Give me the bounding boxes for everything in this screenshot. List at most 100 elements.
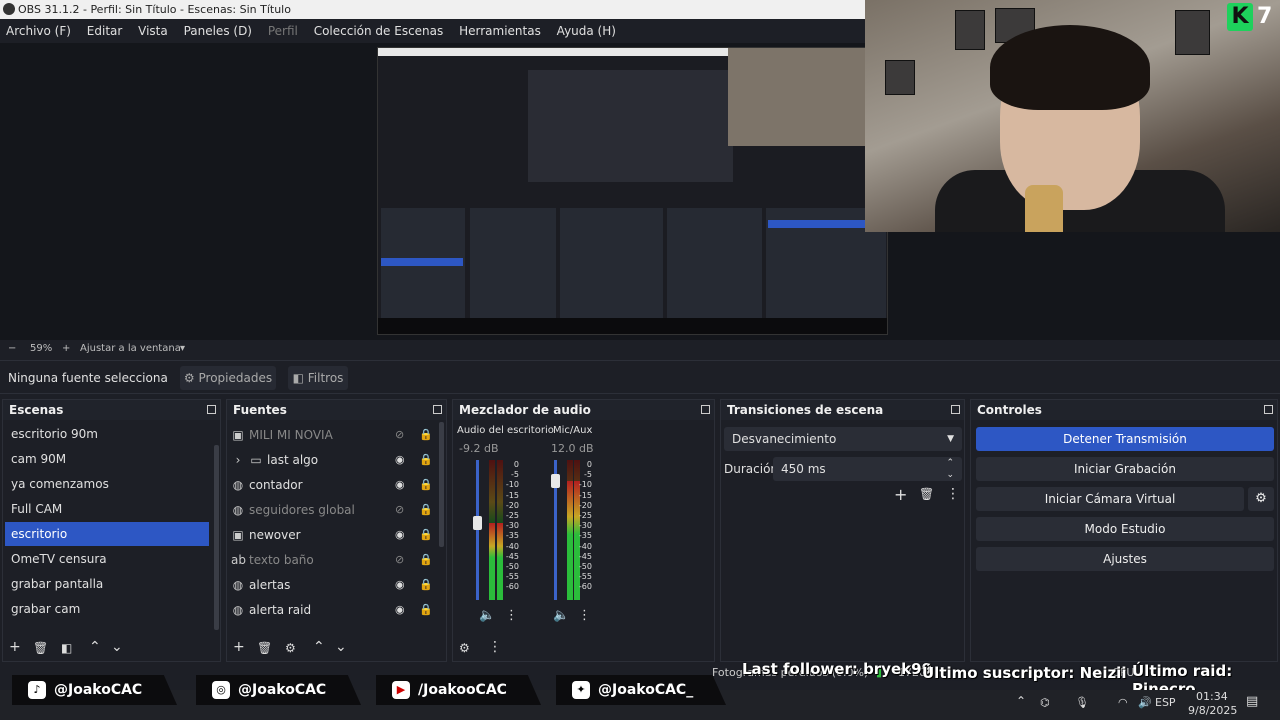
- social-tiktok: ♪ @JoakoCAC: [12, 675, 177, 705]
- filter-icon[interactable]: ◧: [61, 641, 72, 655]
- popout-icon[interactable]: [207, 405, 216, 414]
- eye-hidden-icon[interactable]: ⊘: [395, 423, 404, 447]
- language-indicator[interactable]: ESP: [1155, 696, 1176, 709]
- lock-icon[interactable]: 🔒: [419, 573, 433, 597]
- trash-icon[interactable]: 🗑: [919, 487, 934, 501]
- more-options-icon[interactable]: ⋮: [946, 486, 960, 502]
- menu-editar[interactable]: Editar: [87, 19, 123, 43]
- studio-mode-button[interactable]: Modo Estudio: [976, 517, 1274, 541]
- sources-scrollbar[interactable]: [439, 422, 444, 547]
- eye-icon[interactable]: ◉: [395, 473, 405, 497]
- add-scene-button[interactable]: +: [9, 639, 21, 655]
- eye-hidden-icon[interactable]: ⊘: [395, 498, 404, 522]
- menu-ayuda[interactable]: Ayuda (H): [557, 19, 616, 43]
- more-options-icon[interactable]: ⋮: [488, 639, 502, 655]
- add-transition-button[interactable]: +: [894, 485, 907, 504]
- menu-herramientas[interactable]: Herramientas: [459, 19, 541, 43]
- stop-stream-button[interactable]: Detener Transmisión: [976, 427, 1274, 451]
- scene-item[interactable]: grabar cam: [5, 597, 209, 621]
- network-icon[interactable]: ⌬: [1040, 696, 1050, 709]
- transition-select[interactable]: Desvanecimiento ▼: [724, 427, 962, 451]
- more-options-icon[interactable]: ⋮: [578, 608, 591, 623]
- menu-perfil[interactable]: Perfil: [268, 19, 298, 43]
- fit-window-label[interactable]: Ajustar a la ventana: [80, 340, 181, 357]
- popout-icon[interactable]: [1264, 405, 1273, 414]
- lock-icon[interactable]: 🔒: [419, 448, 433, 472]
- scenes-title: Escenas: [3, 400, 220, 420]
- source-item[interactable]: ab texto baño ⊘ 🔒: [231, 548, 433, 572]
- scene-item-selected[interactable]: escritorio: [5, 522, 209, 546]
- lock-icon[interactable]: 🔒: [419, 498, 433, 522]
- scene-item[interactable]: grabar pantalla: [5, 572, 209, 596]
- zoom-in-button[interactable]: +: [62, 340, 70, 357]
- kick-count: 7: [1257, 4, 1273, 29]
- filters-button[interactable]: ◧ Filtros: [288, 366, 348, 390]
- eye-hidden-icon[interactable]: ⊘: [395, 548, 404, 572]
- popout-icon[interactable]: [433, 405, 442, 414]
- eye-icon[interactable]: ◉: [395, 523, 405, 547]
- source-item[interactable]: › ▭ last algo ◉ 🔒: [231, 448, 433, 472]
- lock-icon[interactable]: 🔒: [419, 423, 433, 447]
- move-up-icon[interactable]: ⌃: [89, 639, 101, 655]
- scene-item[interactable]: OmeTV censura: [5, 547, 209, 571]
- clock-date[interactable]: 9/8/2025: [1188, 704, 1237, 717]
- duration-input[interactable]: 450 ms ⌃ ⌄: [773, 457, 962, 481]
- chevron-up-icon[interactable]: ⌃: [1016, 694, 1026, 708]
- scene-item[interactable]: Full CAM: [5, 497, 209, 521]
- lock-icon[interactable]: 🔒: [419, 523, 433, 547]
- settings-button[interactable]: Ajustes: [976, 547, 1274, 571]
- properties-button[interactable]: ⚙ Propiedades: [180, 366, 276, 390]
- move-down-icon[interactable]: ⌄: [111, 639, 123, 655]
- eye-icon[interactable]: ◉: [395, 598, 405, 622]
- add-source-button[interactable]: +: [233, 639, 245, 655]
- menu-coleccion-escenas[interactable]: Colección de Escenas: [314, 19, 444, 43]
- trash-icon[interactable]: 🗑: [257, 641, 272, 655]
- source-item[interactable]: ◍ contador ◉ 🔒: [231, 473, 433, 497]
- db-tick: -10: [505, 480, 519, 490]
- chevron-right-icon[interactable]: ›: [231, 448, 245, 472]
- source-item[interactable]: ◍ alerta raid ◉ 🔒: [231, 598, 433, 622]
- lock-icon[interactable]: 🔒: [419, 548, 433, 572]
- start-recording-button[interactable]: Iniciar Grabación: [976, 457, 1274, 481]
- source-item[interactable]: ▣ newover ◉ 🔒: [231, 523, 432, 547]
- volume-slider[interactable]: [476, 460, 479, 600]
- speaker-icon[interactable]: 🔈: [479, 608, 495, 623]
- gear-icon[interactable]: ⚙: [459, 641, 470, 655]
- menu-paneles[interactable]: Paneles (D): [184, 19, 252, 43]
- volume-knob[interactable]: [473, 516, 482, 530]
- move-down-icon[interactable]: ⌄: [335, 639, 347, 655]
- stepper-down-icon[interactable]: ⌄: [946, 463, 954, 487]
- source-item[interactable]: ▣ MILI MI NOVIA ⊘ 🔒: [231, 423, 432, 447]
- gear-icon[interactable]: ⚙: [285, 641, 296, 655]
- lock-icon[interactable]: 🔒: [419, 473, 433, 497]
- more-options-icon[interactable]: ⋮: [505, 608, 518, 623]
- lock-icon[interactable]: 🔒: [419, 598, 433, 622]
- menu-vista[interactable]: Vista: [138, 19, 168, 43]
- clock-time[interactable]: 01:34: [1196, 690, 1228, 703]
- volume-knob[interactable]: [551, 474, 560, 488]
- source-item[interactable]: ◍ alertas ◉ 🔒: [231, 573, 433, 597]
- trash-icon[interactable]: 🗑: [33, 641, 48, 655]
- volume-icon[interactable]: 🔊: [1138, 696, 1152, 709]
- wifi-icon[interactable]: ◠: [1118, 696, 1128, 709]
- menu-archivo[interactable]: Archivo (F): [6, 19, 71, 43]
- virtual-camera-button[interactable]: Iniciar Cámara Virtual: [976, 487, 1244, 511]
- notifications-icon[interactable]: ▤: [1246, 694, 1258, 709]
- scene-item[interactable]: escritorio 90m: [5, 422, 209, 446]
- chevron-down-icon[interactable]: ▾: [180, 340, 185, 357]
- zoom-out-button[interactable]: −: [8, 340, 16, 357]
- audio-mixer-dock: Mezclador de audio Audio del escritorio …: [452, 399, 715, 662]
- popout-icon[interactable]: [951, 405, 960, 414]
- source-item[interactable]: ◍ seguidores global ⊘ 🔒: [231, 498, 433, 522]
- scene-item[interactable]: cam 90M: [5, 447, 209, 471]
- gear-icon[interactable]: ⚙: [1248, 487, 1274, 511]
- scene-item[interactable]: ya comenzamos: [5, 472, 209, 496]
- db-tick: -25: [578, 511, 592, 521]
- eye-icon[interactable]: ◉: [395, 448, 405, 472]
- microphone-icon[interactable]: 🎙: [1075, 696, 1089, 709]
- speaker-icon[interactable]: 🔈: [553, 608, 569, 623]
- move-up-icon[interactable]: ⌃: [313, 639, 325, 655]
- eye-icon[interactable]: ◉: [395, 573, 405, 597]
- scenes-scrollbar[interactable]: [214, 445, 219, 630]
- popout-icon[interactable]: [701, 405, 710, 414]
